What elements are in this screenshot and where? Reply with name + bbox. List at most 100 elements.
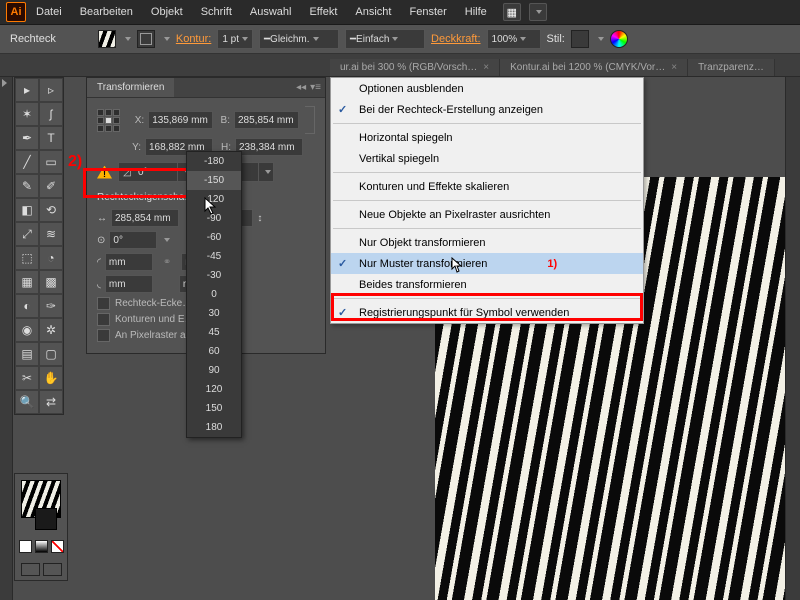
width-tool[interactable]: ≋ <box>39 222 63 246</box>
menu-hilfe[interactable]: Hilfe <box>457 3 495 21</box>
rotate-field[interactable]: ◿ 0° <box>118 162 193 182</box>
w-field[interactable]: 285,854 mm <box>234 111 299 129</box>
angle-option[interactable]: 120 <box>187 380 241 399</box>
paintbrush-tool[interactable]: ✎ <box>15 174 39 198</box>
slice-tool[interactable]: ✂ <box>15 366 39 390</box>
doc-tab-3[interactable]: Tranzparenz… <box>688 59 775 76</box>
angle-option[interactable]: -150 <box>187 171 241 190</box>
draw-mode[interactable] <box>43 563 62 576</box>
pen-tool[interactable]: ✒ <box>15 126 39 150</box>
rect-w-field[interactable]: 285,854 mm <box>111 209 179 227</box>
menu-bearbeiten[interactable]: Bearbeiten <box>72 3 141 21</box>
hand-tool[interactable]: ✋ <box>39 366 63 390</box>
close-icon[interactable]: × <box>671 62 677 73</box>
doc-tab-1[interactable]: ur.ai bei 300 % (RGB/Vorsch…× <box>330 59 500 76</box>
right-strip[interactable] <box>785 77 800 600</box>
link-wh-icon[interactable] <box>305 106 315 134</box>
left-strip[interactable] <box>0 77 13 600</box>
angle-option[interactable]: 60 <box>187 342 241 361</box>
stroke-profile-field[interactable]: ━ Einfach <box>345 29 425 49</box>
angle-option[interactable]: -180 <box>187 152 241 171</box>
style-swatch[interactable] <box>571 30 589 48</box>
chk-pixel[interactable] <box>97 329 110 342</box>
menu-fenster[interactable]: Fenster <box>401 3 454 21</box>
screen-mode[interactable] <box>21 563 40 576</box>
layout-icon[interactable]: ▦ <box>503 3 521 21</box>
graph-tool[interactable]: ▤ <box>15 342 39 366</box>
type-tool[interactable]: T <box>39 126 63 150</box>
stroke-preview[interactable] <box>35 508 57 530</box>
direct-selection-tool[interactable]: ▹ <box>39 78 63 102</box>
eyedropper-tool[interactable]: ✑ <box>39 294 63 318</box>
menu-item[interactable]: ✓Nur Muster transformieren 1) <box>331 253 643 274</box>
search-icon[interactable] <box>529 3 547 21</box>
panel-context-menu[interactable]: Optionen ausblenden✓Bei der Rechteck-Ers… <box>330 77 644 324</box>
doc-tab-2[interactable]: Kontur.ai bei 1200 % (CMYK/Vor…× <box>500 59 688 76</box>
free-transform-tool[interactable]: ⬚ <box>15 246 39 270</box>
angle-option[interactable]: 150 <box>187 399 241 418</box>
fill-swatch[interactable] <box>98 30 116 48</box>
blend-tool[interactable]: ◉ <box>15 318 39 342</box>
angle-option[interactable]: -45 <box>187 247 241 266</box>
menu-effekt[interactable]: Effekt <box>301 3 345 21</box>
shape-builder-tool[interactable]: ◔ <box>39 246 63 270</box>
panel-menu-icon[interactable]: ▾≡ <box>310 82 321 93</box>
stroke-label[interactable]: Kontur: <box>176 33 211 45</box>
lasso-tool[interactable]: ʃ <box>39 102 63 126</box>
magic-wand-tool[interactable]: ✶ <box>15 102 39 126</box>
close-icon[interactable]: × <box>483 62 489 73</box>
x-field[interactable]: 135,869 mm <box>148 111 213 129</box>
corner-r-field-3[interactable]: mm <box>105 275 153 293</box>
opacity-field[interactable]: 100% <box>487 29 541 49</box>
line-tool[interactable]: ╱ <box>15 150 39 174</box>
angle-option[interactable]: -30 <box>187 266 241 285</box>
corner-link-icon[interactable]: ⚭ <box>163 257 171 268</box>
stroke-weight-field[interactable]: 1 pt <box>217 29 253 49</box>
menu-item[interactable]: Beides transformieren <box>331 274 643 295</box>
menu-datei[interactable]: Datei <box>28 3 70 21</box>
angle-option[interactable]: 180 <box>187 418 241 437</box>
mesh-tool[interactable]: ▩ <box>39 270 63 294</box>
h-field[interactable]: 238,384 mm <box>235 138 303 156</box>
symbol-sprayer-tool[interactable]: ✲ <box>39 318 63 342</box>
rotate-tool[interactable]: ⟲ <box>39 198 63 222</box>
menu-item[interactable]: Horizontal spiegeln <box>331 127 643 148</box>
reference-point[interactable] <box>97 109 119 131</box>
color-mode[interactable] <box>19 540 32 553</box>
menu-item[interactable]: Neue Objekte an Pixelraster ausrichten <box>331 204 643 225</box>
angle-option[interactable]: -60 <box>187 228 241 247</box>
scale-tool[interactable]: ⤢ <box>15 222 39 246</box>
gradient-mode[interactable] <box>35 540 48 553</box>
menu-item[interactable]: Nur Objekt transformieren <box>331 232 643 253</box>
artboard-tool[interactable]: ▢ <box>39 342 63 366</box>
rectangle-tool[interactable]: ▭ <box>39 150 63 174</box>
gradient-tool[interactable]: ◐ <box>15 294 39 318</box>
stroke-align-field[interactable]: ━ Gleichm. <box>259 29 339 49</box>
menu-item[interactable]: ✓Registrierungspunkt für Symbol verwende… <box>331 302 643 323</box>
eraser-tool[interactable]: ◧ <box>15 198 39 222</box>
panel-tab-transform[interactable]: Transformieren <box>87 78 174 97</box>
menu-item[interactable]: ✓Bei der Rechteck-Erstellung anzeigen <box>331 99 643 120</box>
zoom-tool[interactable]: 🔍 <box>15 390 39 414</box>
menu-item[interactable]: Konturen und Effekte skalieren <box>331 176 643 197</box>
angle-option[interactable]: 45 <box>187 323 241 342</box>
stroke-swatch[interactable] <box>137 30 155 48</box>
menu-item[interactable]: Vertikal spiegeln <box>331 148 643 169</box>
angle-option[interactable]: 30 <box>187 304 241 323</box>
selection-tool[interactable]: ▸ <box>15 78 39 102</box>
panel-collapse-icon[interactable]: ◂◂ <box>296 82 306 93</box>
perspective-tool[interactable]: ▦ <box>15 270 39 294</box>
angle-dropdown-list[interactable]: -180-150-120-90-60-45-300304560901201501… <box>186 151 242 438</box>
shear-dropdown[interactable] <box>258 163 273 181</box>
menu-schrift[interactable]: Schrift <box>193 3 240 21</box>
toggle-tool[interactable]: ⇄ <box>39 390 63 414</box>
corner-angle-field[interactable]: 0° <box>109 231 157 249</box>
corner-r-field[interactable]: mm <box>105 253 153 271</box>
menu-item[interactable]: Optionen ausblenden <box>331 78 643 99</box>
chk-corners[interactable] <box>97 297 110 310</box>
none-mode[interactable] <box>51 540 64 553</box>
menu-auswahl[interactable]: Auswahl <box>242 3 300 21</box>
angle-option[interactable]: 90 <box>187 361 241 380</box>
menu-objekt[interactable]: Objekt <box>143 3 191 21</box>
menu-ansicht[interactable]: Ansicht <box>347 3 399 21</box>
